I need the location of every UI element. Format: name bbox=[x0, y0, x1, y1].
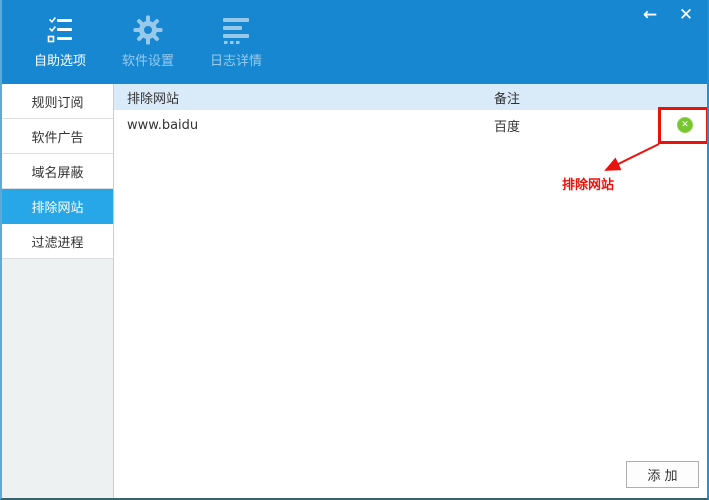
tab-label: 日志详情 bbox=[209, 54, 262, 69]
table-header: 排除网站 备注 bbox=[114, 84, 707, 110]
log-list-icon bbox=[221, 15, 251, 45]
annotation-label: 排除网站 bbox=[562, 178, 615, 193]
annotation-arrow bbox=[604, 143, 660, 171]
sidebar-item-filter-processes[interactable]: 过滤进程 bbox=[2, 224, 113, 259]
tab-label: 软件设置 bbox=[121, 54, 174, 69]
app-window: 自助选项 软件设置 日志详情 ← ✕ 规则订阅 软件广告 域名屏蔽 排除网站 过… bbox=[0, 0, 709, 500]
back-button[interactable]: ← bbox=[639, 4, 661, 26]
note-cell: 百度 bbox=[494, 119, 521, 135]
gear-icon bbox=[133, 15, 163, 45]
site-cell: www.baidu bbox=[127, 117, 199, 133]
window-controls: ← ✕ bbox=[639, 4, 697, 26]
sidebar-item-excluded-sites[interactable]: 排除网站 bbox=[2, 189, 113, 224]
close-button[interactable]: ✕ bbox=[675, 4, 697, 26]
app-body: 规则订阅 软件广告 域名屏蔽 排除网站 过滤进程 排除网站 备注 www.bai… bbox=[2, 84, 707, 498]
sidebar-item-software-ads[interactable]: 软件广告 bbox=[2, 119, 113, 154]
sidebar-item-domain-blocking[interactable]: 域名屏蔽 bbox=[2, 154, 113, 189]
tab-label: 自助选项 bbox=[33, 54, 86, 69]
main-panel: 排除网站 备注 www.baidu 百度 ✕ 排除网站 添 加 bbox=[114, 84, 707, 498]
column-header-note: 备注 bbox=[494, 91, 521, 107]
delete-site-icon[interactable]: ✕ bbox=[677, 117, 693, 133]
add-button[interactable]: 添 加 bbox=[626, 461, 699, 488]
tab-self-service-options[interactable]: 自助选项 bbox=[16, 0, 104, 84]
tab-log-details[interactable]: 日志详情 bbox=[192, 0, 280, 84]
sidebar-item-rule-subscription[interactable]: 规则订阅 bbox=[2, 84, 113, 119]
checklist-icon bbox=[45, 15, 75, 45]
app-header: 自助选项 软件设置 日志详情 ← ✕ bbox=[2, 0, 707, 84]
column-header-site: 排除网站 bbox=[127, 91, 180, 107]
header-tabs: 自助选项 软件设置 日志详情 bbox=[2, 0, 280, 84]
sidebar: 规则订阅 软件广告 域名屏蔽 排除网站 过滤进程 bbox=[2, 84, 114, 498]
tab-software-settings[interactable]: 软件设置 bbox=[104, 0, 192, 84]
table-row[interactable]: www.baidu 百度 ✕ bbox=[114, 110, 707, 140]
